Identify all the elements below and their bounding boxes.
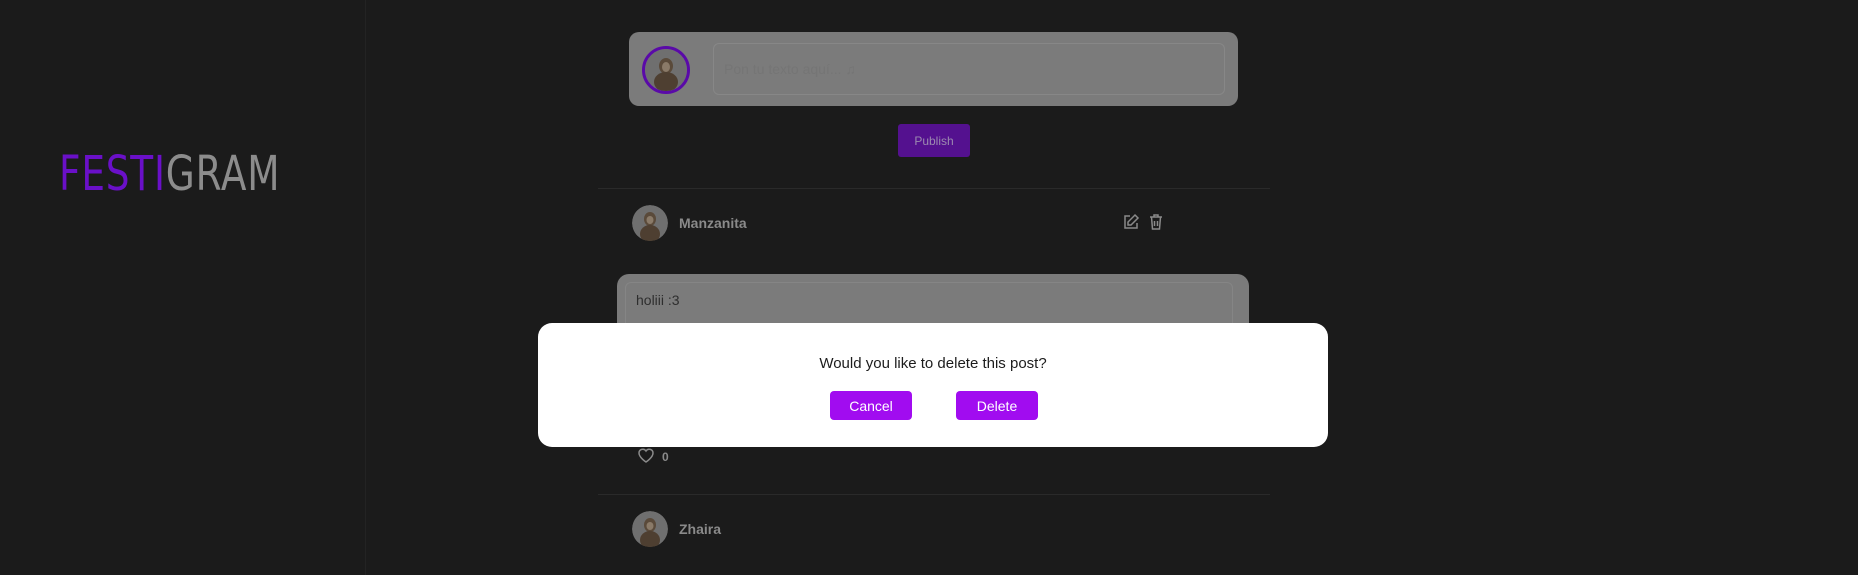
likes: 0 xyxy=(636,446,669,467)
publish-button[interactable]: Publish xyxy=(898,124,970,157)
avatar[interactable] xyxy=(632,205,668,241)
logo-part-1: FESTI xyxy=(59,146,166,202)
modal-question: Would you like to delete this post? xyxy=(819,355,1047,372)
cancel-button[interactable]: Cancel xyxy=(830,391,912,420)
heart-icon[interactable] xyxy=(636,446,656,467)
trash-icon[interactable] xyxy=(1146,212,1166,232)
post-username[interactable]: Zhaira xyxy=(679,521,721,537)
likes-count: 0 xyxy=(662,449,669,464)
sidebar: FESTIGRAM xyxy=(0,0,366,575)
post-text: holiii :3 xyxy=(636,292,680,308)
edit-icon[interactable] xyxy=(1121,212,1141,232)
divider xyxy=(598,494,1270,495)
divider xyxy=(598,188,1270,189)
avatar[interactable] xyxy=(632,511,668,547)
post-text-input[interactable] xyxy=(713,43,1225,95)
delete-button[interactable]: Delete xyxy=(956,391,1038,420)
delete-confirmation-modal: Would you like to delete this post? Canc… xyxy=(538,323,1328,447)
app: FESTIGRAM Publish Manzanita xyxy=(0,0,1858,575)
logo-part-2: GRAM xyxy=(165,146,281,202)
festigram-logo[interactable]: FESTIGRAM xyxy=(59,150,280,198)
post-composer xyxy=(629,32,1238,106)
current-user-avatar[interactable] xyxy=(642,46,690,94)
post-username[interactable]: Manzanita xyxy=(679,215,747,231)
